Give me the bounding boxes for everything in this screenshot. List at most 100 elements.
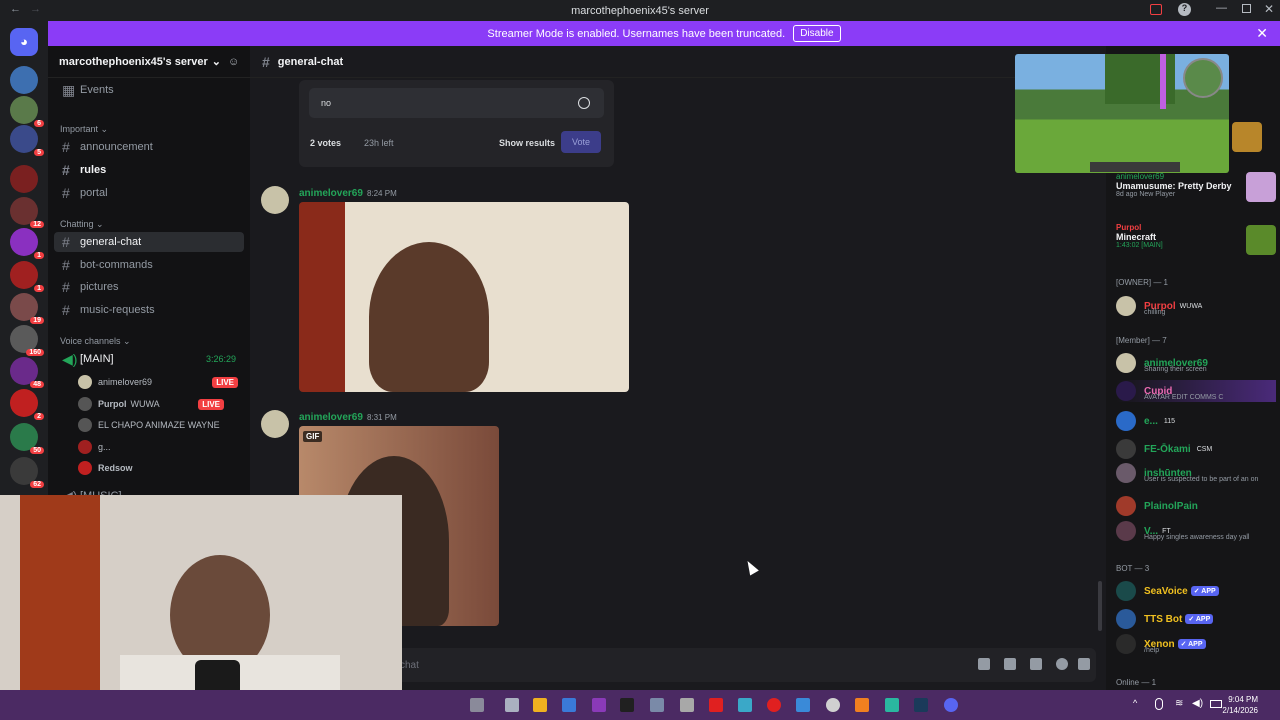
emoji-icon[interactable] — [1056, 658, 1068, 670]
member-row[interactable]: animelover69 Sharing their screen — [1116, 352, 1276, 374]
server-icon[interactable]: 19 — [10, 293, 44, 324]
events-item[interactable]: ▦ Events — [54, 80, 244, 100]
category-important[interactable]: Important ⌄ — [60, 124, 108, 135]
disable-button[interactable]: Disable — [793, 25, 841, 42]
server-icon[interactable]: 6 — [10, 96, 44, 127]
close-banner-icon[interactable]: ✕ — [1256, 25, 1268, 42]
show-results-button[interactable]: Show results — [499, 138, 555, 148]
channel-announcement[interactable]: # announcement — [54, 137, 244, 157]
app-icon[interactable] — [796, 698, 810, 712]
server-icon[interactable] — [10, 66, 38, 94]
scrollbar[interactable] — [1098, 581, 1102, 631]
voice-user[interactable]: g... — [78, 438, 248, 456]
app-icon[interactable] — [592, 698, 606, 712]
mouse-cursor-icon — [743, 558, 759, 576]
close-window-icon[interactable]: ✕ — [1264, 2, 1274, 16]
server-icon[interactable]: 2 — [10, 389, 44, 420]
inbox-icon[interactable] — [1150, 4, 1162, 15]
app-icon[interactable] — [650, 698, 664, 712]
app-icon[interactable] — [738, 698, 752, 712]
message-time: 8:31 PM — [366, 413, 397, 422]
server-icon[interactable]: 12 — [10, 197, 44, 228]
channel-bot-commands[interactable]: # bot-commands — [54, 255, 244, 275]
category-voice[interactable]: Voice channels ⌄ — [60, 336, 131, 347]
voice-user[interactable]: Redsow — [78, 459, 248, 477]
member-status: chilling — [1144, 309, 1166, 316]
minimize-icon[interactable]: — — [1216, 2, 1227, 14]
app-icon[interactable] — [505, 698, 519, 712]
member-row[interactable]: TTS Bot ✓ APP — [1116, 608, 1276, 630]
member-row[interactable]: Xenon ✓ APP/help — [1116, 633, 1276, 655]
volume-icon[interactable]: ◀) — [1192, 698, 1203, 709]
server-icon[interactable]: 5 — [10, 125, 44, 156]
wifi-icon[interactable]: ≋ — [1175, 698, 1183, 709]
server-icon[interactable] — [10, 165, 38, 193]
app-icon[interactable] — [680, 698, 694, 712]
add-user-icon[interactable]: ☺ — [228, 56, 239, 68]
channel-rules[interactable]: # rules — [54, 160, 244, 180]
message-author[interactable]: animelover69 8:31 PM — [299, 412, 397, 423]
server-icon[interactable]: 1 — [10, 228, 44, 259]
server-header[interactable]: marcothephoenix45's server ⌄ ☺ — [48, 46, 250, 78]
gif-icon[interactable] — [1004, 658, 1016, 670]
role-header: Online — 1 — [1116, 678, 1157, 687]
channel-general-chat[interactable]: # general-chat — [54, 232, 244, 252]
play-icon[interactable] — [826, 698, 840, 712]
category-chatting[interactable]: Chatting ⌄ — [60, 219, 104, 230]
gift-icon[interactable] — [978, 658, 990, 670]
help-icon[interactable]: ? — [1178, 3, 1191, 16]
voice-user[interactable]: Purpol WUWA LIVE — [78, 395, 248, 413]
voice-channel-main[interactable]: ◀) [MAIN] 3:26:29 — [54, 349, 244, 369]
member-row[interactable]: V... FT Happy singles awareness day yall — [1116, 520, 1276, 542]
apps-icon[interactable] — [1078, 658, 1090, 670]
vlc-icon[interactable] — [855, 698, 869, 712]
radio-icon[interactable] — [578, 97, 590, 109]
vote-button[interactable]: Vote — [561, 131, 601, 153]
server-icon[interactable]: 160 — [10, 325, 44, 356]
record-icon[interactable] — [767, 698, 781, 712]
server-icon[interactable]: 48 — [10, 357, 44, 388]
poll-time-left: 23h left — [364, 138, 394, 148]
app-icon[interactable] — [470, 698, 484, 712]
channel-portal[interactable]: # portal — [54, 183, 244, 203]
maximize-icon[interactable] — [1242, 4, 1251, 13]
server-icon[interactable]: 50 — [10, 423, 44, 454]
clock[interactable]: 9:04 PM 2/14/2026 — [1222, 694, 1258, 716]
message-image[interactable] — [299, 202, 629, 392]
member-row[interactable]: inshūnten User is suspected to be part of… — [1116, 462, 1276, 484]
folder-icon[interactable] — [533, 698, 547, 712]
server-icon[interactable]: 1 — [10, 261, 44, 292]
app-icon[interactable] — [709, 698, 723, 712]
message-author[interactable]: animelover69 8:24 PM — [299, 188, 397, 199]
voice-user[interactable]: EL CHAPO ANIMAZE WAYNE — [78, 416, 248, 434]
discord-home-icon[interactable]: ◕ — [10, 28, 38, 56]
member-name: TTS Bot — [1144, 613, 1183, 625]
member-row[interactable]: Cupid AVATAR EDIT COMMS C — [1116, 380, 1276, 402]
sticker-icon[interactable] — [1030, 658, 1042, 670]
member-status: /help — [1144, 647, 1160, 654]
member-row[interactable]: Purpol WUWA chilling — [1116, 295, 1276, 317]
channel-pictures[interactable]: # pictures — [54, 277, 244, 297]
member-row[interactable]: PlainolPain — [1116, 495, 1276, 517]
stream-preview[interactable] — [1015, 54, 1229, 173]
discord-taskbar-icon[interactable] — [944, 698, 958, 712]
channel-music-requests[interactable]: # music-requests — [54, 300, 244, 320]
member-row[interactable]: e... 115 — [1116, 410, 1276, 432]
server-icon[interactable]: 62 — [10, 457, 44, 488]
store-icon[interactable] — [562, 698, 576, 712]
voice-user[interactable]: animelover69 LIVE — [78, 373, 248, 391]
avatar[interactable] — [261, 410, 289, 438]
activity-card[interactable]: animelover69 Umamusume: Pretty Derby 8d … — [1116, 172, 1276, 202]
app-icon[interactable] — [620, 698, 634, 712]
member-row[interactable]: FE-Ōkami CSM — [1116, 438, 1276, 460]
steam-icon[interactable] — [914, 698, 928, 712]
activity-card[interactable]: Purpol Minecraft 1:43:02 [MAIN] — [1116, 223, 1276, 255]
app-icon[interactable] — [885, 698, 899, 712]
channel-label: portal — [80, 187, 108, 199]
member-row[interactable]: SeaVoice ✓ APP — [1116, 580, 1276, 602]
member-status: User is suspected to be part of an on — [1144, 476, 1259, 483]
poll-option[interactable]: no — [309, 88, 604, 118]
avatar[interactable] — [261, 186, 289, 214]
chevron-up-icon[interactable]: ^ — [1133, 698, 1137, 708]
mic-icon[interactable] — [1155, 698, 1163, 710]
